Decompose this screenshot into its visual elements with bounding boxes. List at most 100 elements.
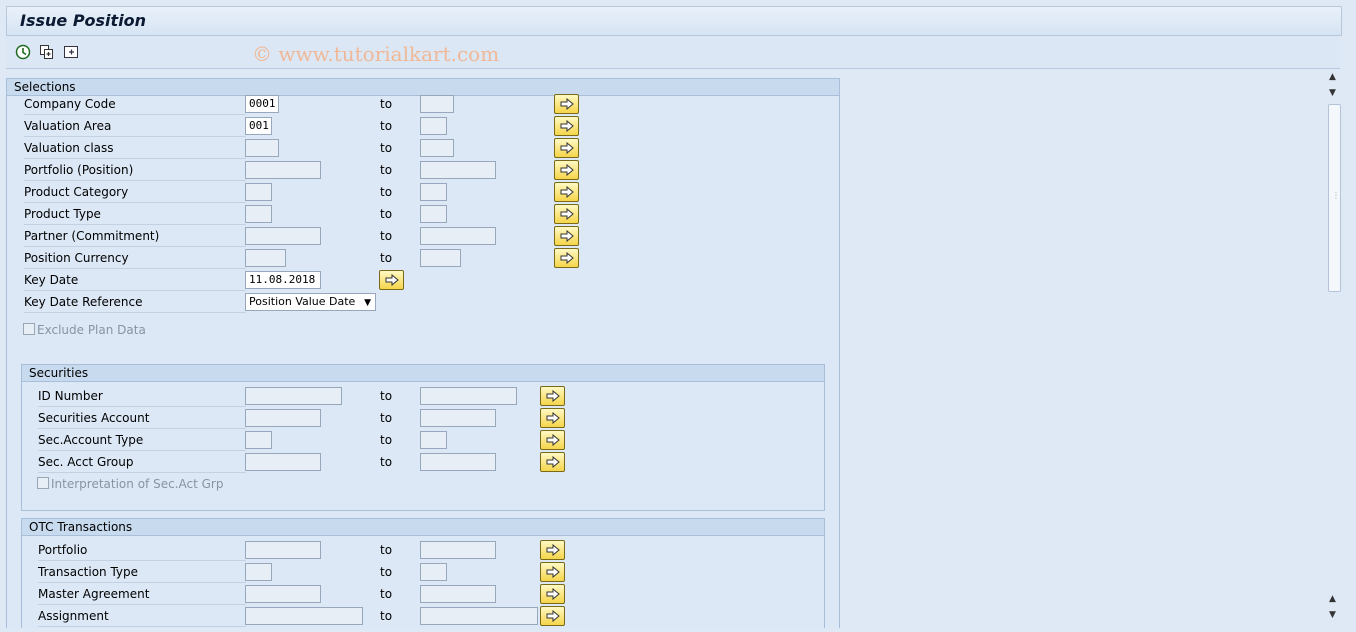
scroll-up-icon[interactable]: ▲	[1329, 594, 1336, 604]
key-date-reference-value: Position Value Date	[249, 295, 356, 308]
interpretation-sec-act-grp-checkbox[interactable]: Interpretation of Sec.Act Grp	[37, 475, 223, 493]
interpretation-sec-act-grp-label: Interpretation of Sec.Act Grp	[51, 477, 224, 491]
product-type-multiple-selection-button[interactable]	[554, 204, 579, 224]
id-number-from-input[interactable]	[245, 387, 342, 405]
valuation-area-to-input[interactable]	[420, 117, 447, 135]
securities-group-title: Securities	[22, 365, 824, 382]
arrow-right-icon	[546, 610, 560, 622]
portfolio-position-to-input[interactable]	[420, 161, 496, 179]
to-label: to	[380, 411, 393, 425]
transaction-type-multiple-selection-button[interactable]	[540, 562, 565, 582]
arrow-right-icon	[560, 186, 574, 198]
copy-variant-icon[interactable]	[39, 44, 55, 60]
key-date-input[interactable]: 11.08.2018	[245, 271, 321, 289]
transaction-type-label: Transaction Type	[38, 562, 246, 583]
arrow-right-icon	[546, 390, 560, 402]
sec-account-type-to-input[interactable]	[420, 431, 447, 449]
execute-icon[interactable]	[15, 44, 31, 60]
portfolio-label: Portfolio	[38, 540, 246, 561]
product-category-multiple-selection-button[interactable]	[554, 182, 579, 202]
valuation-class-from-input[interactable]	[245, 139, 279, 157]
to-label: to	[380, 543, 393, 557]
product-type-from-input[interactable]	[245, 205, 272, 223]
arrow-right-icon	[546, 588, 560, 600]
position-currency-multiple-selection-button[interactable]	[554, 248, 579, 268]
company-code-to-input[interactable]	[420, 95, 454, 113]
portfolio-multiple-selection-button[interactable]	[540, 540, 565, 560]
key-date-reference-select[interactable]: Position Value Date ▼	[245, 293, 376, 311]
product-type-to-input[interactable]	[420, 205, 447, 223]
assignment-label: Assignment	[38, 606, 246, 627]
checkbox-box	[37, 477, 49, 489]
key-date-multiple-selection-button[interactable]	[379, 270, 404, 290]
arrow-right-icon	[546, 434, 560, 446]
scroll-up-icon[interactable]: ▲	[1329, 72, 1336, 82]
master-agreement-to-input[interactable]	[420, 585, 496, 603]
to-label: to	[380, 97, 393, 111]
grip-icon: ⋮	[1332, 191, 1340, 200]
exclude-plan-data-label: Exclude Plan Data	[37, 323, 146, 337]
scrollbar-thumb[interactable]: ⋮	[1328, 104, 1341, 292]
id-number-multiple-selection-button[interactable]	[540, 386, 565, 406]
arrow-right-icon	[560, 120, 574, 132]
exclude-plan-data-checkbox[interactable]: Exclude Plan Data	[23, 321, 146, 339]
master-agreement-from-input[interactable]	[245, 585, 321, 603]
arrow-right-icon	[546, 566, 560, 578]
valuation-class-to-input[interactable]	[420, 139, 454, 157]
id-number-to-input[interactable]	[420, 387, 517, 405]
position-currency-label: Position Currency	[24, 248, 246, 269]
application-toolbar: © www.tutorialkart.com	[6, 36, 1340, 69]
securities-account-multiple-selection-button[interactable]	[540, 408, 565, 428]
page-title: Issue Position	[20, 11, 147, 30]
to-label: to	[380, 119, 393, 133]
position-currency-from-input[interactable]	[245, 249, 286, 267]
sec-account-type-label: Sec.Account Type	[38, 430, 246, 451]
to-label: to	[380, 433, 393, 447]
arrow-right-icon	[560, 208, 574, 220]
valuation-area-label: Valuation Area	[24, 116, 246, 137]
portfolio-from-input[interactable]	[245, 541, 321, 559]
selection-screen: Selections Company Code 0001 to Valuatio…	[6, 72, 1326, 628]
partner-commitment-label: Partner (Commitment)	[24, 226, 246, 247]
assignment-multiple-selection-button[interactable]	[540, 606, 565, 626]
position-currency-to-input[interactable]	[420, 249, 461, 267]
title-bar: Issue Position	[6, 6, 1342, 36]
product-category-to-input[interactable]	[420, 183, 447, 201]
company-code-from-input[interactable]: 0001	[245, 95, 279, 113]
scroll-down-icon[interactable]: ▼	[1329, 610, 1336, 620]
product-category-from-input[interactable]	[245, 183, 272, 201]
portfolio-position-multiple-selection-button[interactable]	[554, 160, 579, 180]
to-label: to	[380, 207, 393, 221]
valuation-class-multiple-selection-button[interactable]	[554, 138, 579, 158]
transaction-type-from-input[interactable]	[245, 563, 272, 581]
sec-account-type-from-input[interactable]	[245, 431, 272, 449]
partner-commitment-multiple-selection-button[interactable]	[554, 226, 579, 246]
securities-account-from-input[interactable]	[245, 409, 321, 427]
master-agreement-multiple-selection-button[interactable]	[540, 584, 565, 604]
sec-acct-group-to-input[interactable]	[420, 453, 496, 471]
sec-acct-group-multiple-selection-button[interactable]	[540, 452, 565, 472]
watermark: © www.tutorialkart.com	[252, 42, 500, 66]
company-code-multiple-selection-button[interactable]	[554, 94, 579, 114]
sec-acct-group-label: Sec. Acct Group	[38, 452, 246, 473]
sec-account-type-multiple-selection-button[interactable]	[540, 430, 565, 450]
partner-commitment-to-input[interactable]	[420, 227, 496, 245]
securities-account-to-input[interactable]	[420, 409, 496, 427]
to-label: to	[380, 251, 393, 265]
portfolio-position-from-input[interactable]	[245, 161, 321, 179]
transaction-type-to-input[interactable]	[420, 563, 447, 581]
sec-acct-group-from-input[interactable]	[245, 453, 321, 471]
product-type-label: Product Type	[24, 204, 246, 225]
valuation-area-from-input[interactable]: 001	[245, 117, 272, 135]
vertical-scrollbar[interactable]: ▲ ▼ ⋮ ▲ ▼	[1326, 72, 1342, 626]
valuation-area-multiple-selection-button[interactable]	[554, 116, 579, 136]
portfolio-to-input[interactable]	[420, 541, 496, 559]
assignment-from-input[interactable]	[245, 607, 363, 625]
arrow-right-icon	[560, 98, 574, 110]
arrow-right-icon	[560, 164, 574, 176]
to-label: to	[380, 565, 393, 579]
expand-icon[interactable]	[63, 44, 79, 60]
scroll-down-icon[interactable]: ▼	[1329, 88, 1336, 98]
assignment-to-input[interactable]	[420, 607, 538, 625]
partner-commitment-from-input[interactable]	[245, 227, 321, 245]
